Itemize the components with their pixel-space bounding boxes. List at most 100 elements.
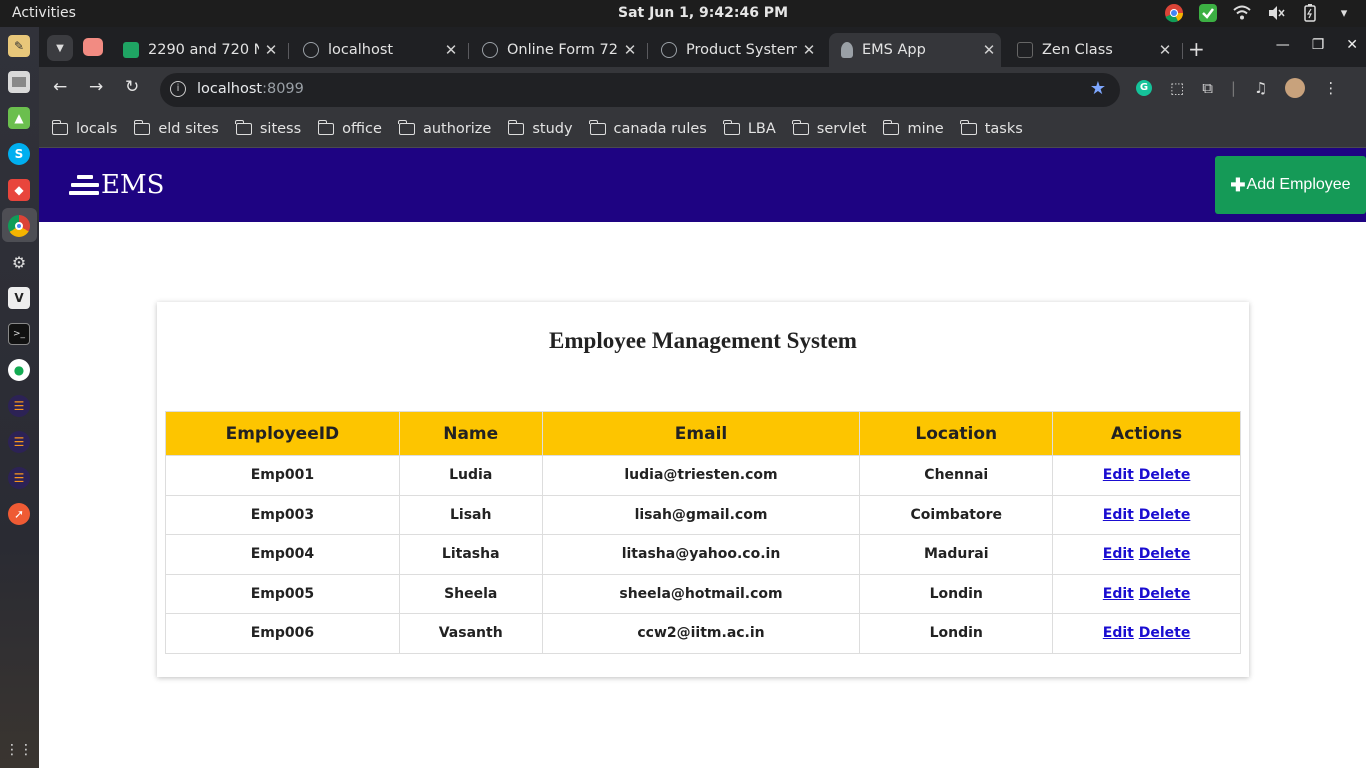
screenshot-icon[interactable]: ⬚ <box>1170 79 1184 97</box>
bookmark-folder[interactable]: locals <box>51 120 117 137</box>
close-icon[interactable]: ✕ <box>1153 41 1177 59</box>
system-clock[interactable]: Sat Jun 1, 9:42:46 PM <box>0 5 1366 21</box>
cell-name: Sheela <box>398 573 543 614</box>
eclipse-icon-2[interactable]: ☰ <box>8 431 30 453</box>
close-icon[interactable]: ✕ <box>439 41 463 59</box>
edit-link[interactable]: Edit <box>1103 507 1134 523</box>
add-employee-label: Add Employee <box>1246 176 1351 193</box>
bars-icon <box>69 173 99 197</box>
battery-icon[interactable] <box>1300 3 1320 23</box>
bookmark-folder[interactable]: LBA <box>723 120 776 137</box>
anydesk-icon[interactable]: ◆ <box>8 179 30 201</box>
bookmark-folder[interactable]: canada rules <box>589 120 707 137</box>
eclipse-icon-1[interactable]: ☰ <box>8 395 30 417</box>
close-icon[interactable]: ✕ <box>977 41 1001 59</box>
media-queue-icon[interactable]: ♫ <box>1254 79 1267 97</box>
tab-zen-class[interactable]: Zen Class ✕ <box>1005 33 1177 67</box>
table-row: Emp003 Lisah lisah@gmail.com Coimbatore … <box>165 494 1241 535</box>
table-row: Emp005 Sheela sheela@hotmail.com Londin … <box>165 573 1241 614</box>
window-close-icon[interactable]: ✕ <box>1346 37 1358 53</box>
tab-group-indicator[interactable] <box>83 38 103 56</box>
site-info-icon[interactable]: i <box>170 81 186 97</box>
folder-icon <box>317 120 335 135</box>
vim-icon[interactable]: V <box>8 287 30 309</box>
bookmark-folder[interactable]: servlet <box>792 120 866 137</box>
system-menu-chevron-icon[interactable]: ▾ <box>1334 3 1354 23</box>
delete-link[interactable]: Delete <box>1139 586 1191 602</box>
bookmark-star-icon[interactable]: ★ <box>1090 78 1106 99</box>
new-tab-plus-icon[interactable]: + <box>1188 37 1205 61</box>
eclipse-icon-3[interactable]: ☰ <box>8 467 30 489</box>
edit-link[interactable]: Edit <box>1103 586 1134 602</box>
chrome-dock-icon[interactable] <box>8 215 30 237</box>
tab-ems-app[interactable]: EMS App ✕ <box>829 33 1001 67</box>
bookmark-folder[interactable]: office <box>317 120 382 137</box>
cell-actions: Edit Delete <box>1052 534 1241 575</box>
cell-email: ccw2@iitm.ac.in <box>541 613 861 654</box>
extensions-puzzle-icon[interactable]: ⧉ <box>1202 79 1213 97</box>
bookmark-folder[interactable]: tasks <box>960 120 1023 137</box>
bookmark-folder[interactable]: study <box>507 120 573 137</box>
delete-link[interactable]: Delete <box>1139 546 1191 562</box>
column-header-id: EmployeeID <box>165 411 400 456</box>
bookmark-label: study <box>532 121 573 137</box>
doc-icon <box>1017 42 1033 58</box>
volume-muted-icon[interactable] <box>1266 3 1286 23</box>
app-navbar: EMS ✚ Add Employee <box>39 148 1366 222</box>
kebab-menu-icon[interactable]: ⋮ <box>1323 79 1338 97</box>
text-editor-icon[interactable]: ✎ <box>8 35 30 57</box>
tab-sheets[interactable]: 2290 and 720 N ✕ <box>111 33 283 67</box>
column-header-email: Email <box>541 411 861 456</box>
employee-card: Employee Management System EmployeeID Na… <box>157 302 1249 677</box>
delete-link[interactable]: Delete <box>1139 467 1191 483</box>
tab-localhost[interactable]: localhost ✕ <box>291 33 463 67</box>
edit-link[interactable]: Edit <box>1103 625 1134 641</box>
edit-link[interactable]: Edit <box>1103 467 1134 483</box>
delete-link[interactable]: Delete <box>1139 625 1191 641</box>
cell-employee-id: Emp006 <box>165 613 400 654</box>
mongodb-icon[interactable]: ● <box>8 359 30 381</box>
settings-icon[interactable]: ⚙ <box>8 251 30 273</box>
bookmark-label: sitess <box>259 121 302 137</box>
cell-employee-id: Emp003 <box>165 494 400 535</box>
chrome-tray-icon[interactable] <box>1164 3 1184 23</box>
minimize-icon[interactable]: — <box>1276 37 1290 53</box>
tab-search-chevron-icon[interactable]: ▼ <box>47 35 73 61</box>
bookmark-label: tasks <box>984 121 1023 137</box>
bookmark-folder[interactable]: authorize <box>398 120 491 137</box>
bookmark-folder[interactable]: mine <box>882 120 944 137</box>
terminal-icon[interactable]: >_ <box>8 323 30 345</box>
back-arrow-icon[interactable]: ← <box>53 77 67 97</box>
profile-avatar-icon[interactable] <box>1285 78 1306 98</box>
tab-title: 2290 and 720 N <box>148 42 259 58</box>
file-manager-icon[interactable] <box>8 71 30 93</box>
bookmark-folder[interactable]: sitess <box>235 120 302 137</box>
url-text[interactable]: localhost:8099 <box>197 81 304 97</box>
brand-logo[interactable]: EMS <box>69 170 164 200</box>
maximize-icon[interactable]: ❐ <box>1312 37 1325 53</box>
system-tray: ▾ <box>1164 3 1354 23</box>
cell-name: Litasha <box>398 534 543 575</box>
close-icon[interactable]: ✕ <box>618 41 642 59</box>
table-row: Emp006 Vasanth ccw2@iitm.ac.in Londin Ed… <box>165 613 1241 654</box>
forward-arrow-icon[interactable]: → <box>89 77 103 97</box>
url-host: localhost <box>197 81 263 97</box>
wifi-icon[interactable] <box>1232 3 1252 23</box>
shield-check-icon[interactable] <box>1198 3 1218 23</box>
delete-link[interactable]: Delete <box>1139 507 1191 523</box>
tab-product-system[interactable]: Product System ✕ <box>649 33 821 67</box>
skype-icon[interactable]: S <box>8 143 30 165</box>
postman-icon[interactable]: ➚ <box>8 503 30 525</box>
address-bar[interactable]: i localhost:8099 ★ <box>160 73 1120 107</box>
grammarly-icon[interactable]: G <box>1136 80 1152 96</box>
bookmark-folder[interactable]: eld sites <box>133 120 219 137</box>
add-employee-button[interactable]: ✚ Add Employee <box>1215 156 1366 214</box>
reload-icon[interactable]: ↻ <box>125 77 139 97</box>
show-apps-icon[interactable]: ⋮⋮ <box>5 739 33 761</box>
tab-online-form[interactable]: Online Form 720 ✕ <box>470 33 642 67</box>
cell-employee-id: Emp001 <box>165 455 400 496</box>
image-viewer-icon[interactable]: ▲ <box>8 107 30 129</box>
close-icon[interactable]: ✕ <box>259 41 283 59</box>
edit-link[interactable]: Edit <box>1103 546 1134 562</box>
close-icon[interactable]: ✕ <box>797 41 821 59</box>
